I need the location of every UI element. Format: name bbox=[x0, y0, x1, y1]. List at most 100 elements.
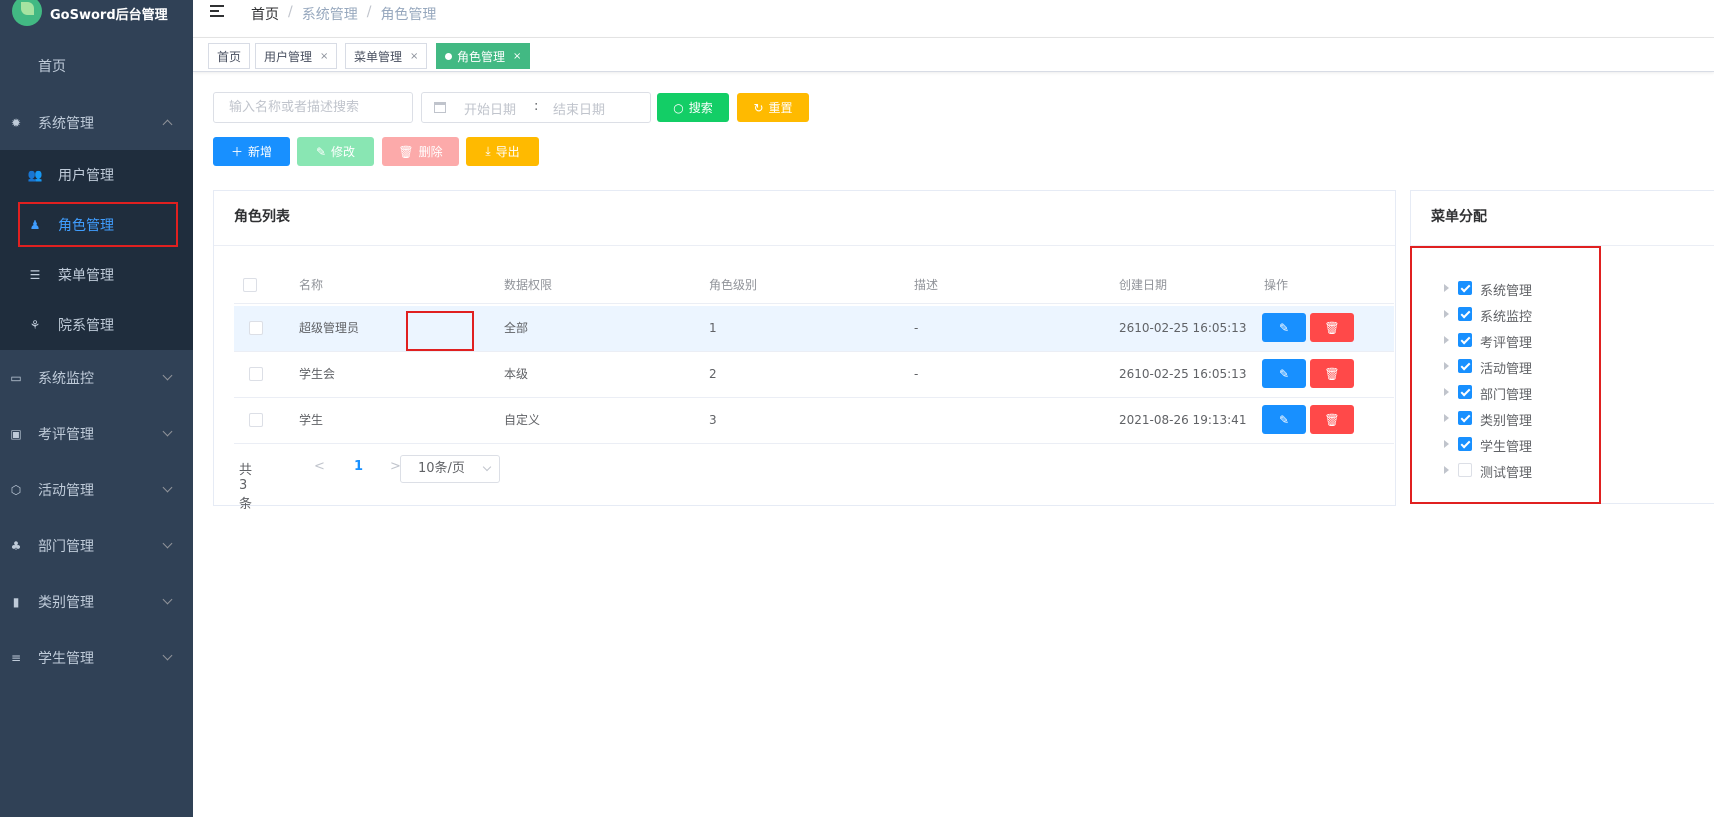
cell-level: 3 bbox=[709, 413, 717, 427]
sidebar-item-categories[interactable]: ▮ 类别管理 bbox=[0, 576, 193, 628]
col-scope: 数据权限 bbox=[504, 278, 553, 292]
page-size-select[interactable]: 10条/页 bbox=[400, 455, 500, 483]
pagination-prev[interactable]: < bbox=[314, 459, 325, 474]
trash-icon: 🗑 bbox=[1324, 366, 1340, 381]
tag-roles[interactable]: 角色管理 × bbox=[436, 43, 531, 69]
tag-label: 角色管理 bbox=[457, 49, 506, 64]
table-row[interactable]: 学生会 本级 2 - 2610-02-25 16:05:13 ✎ 🗑 bbox=[234, 352, 1394, 398]
sidebar-item-label: 考评管理 bbox=[38, 427, 94, 443]
chevron-down-icon bbox=[162, 594, 173, 605]
tag-users[interactable]: 用户管理 × bbox=[255, 43, 338, 69]
sidebar-item-departments[interactable]: ⚘ 院系管理 bbox=[0, 300, 193, 350]
trash-icon: 🗑 bbox=[1324, 412, 1340, 427]
sidebar-item-students[interactable]: ≡ 学生管理 bbox=[0, 632, 193, 684]
row-delete-button[interactable]: 🗑 bbox=[1310, 313, 1354, 342]
gear-icon: ✹ bbox=[10, 116, 22, 130]
system-submenu: 👥 用户管理 ♟ 角色管理 ☰ 菜单管理 ⚘ 院系管理 bbox=[0, 150, 193, 350]
edit-icon: ✎ bbox=[1278, 320, 1290, 335]
row-delete-button[interactable]: 🗑 bbox=[1310, 359, 1354, 388]
tag-label: 菜单管理 bbox=[354, 49, 403, 64]
breadcrumb: 首页 / 系统管理 / 角色管理 bbox=[251, 4, 436, 24]
breadcrumb-separator: / bbox=[288, 4, 293, 20]
edit-icon: ✎ bbox=[1278, 412, 1290, 427]
date-start[interactable]: 开始日期 bbox=[464, 99, 516, 118]
row-delete-button[interactable]: 🗑 bbox=[1310, 405, 1354, 434]
edit-icon: ✎ bbox=[1278, 366, 1290, 381]
hierarchy-icon: ♣ bbox=[10, 539, 22, 553]
date-range-picker[interactable]: 开始日期 : 结束日期 bbox=[421, 92, 651, 123]
sidebar-item-activities[interactable]: ⬡ 活动管理 bbox=[0, 464, 193, 516]
logo[interactable]: GoSword后台管理 bbox=[0, 0, 193, 28]
sidebar-item-menus[interactable]: ☰ 菜单管理 bbox=[0, 250, 193, 300]
cell-desc: - bbox=[914, 321, 919, 335]
pagination-total: 共 3 条 bbox=[239, 463, 253, 512]
sidebar-item-label: 用户管理 bbox=[58, 168, 114, 184]
cell-level: 2 bbox=[709, 367, 717, 381]
cell-name: 学生会 bbox=[299, 367, 336, 381]
col-name: 名称 bbox=[299, 278, 324, 292]
row-edit-button[interactable]: ✎ bbox=[1262, 313, 1306, 342]
table-row[interactable]: 学生 自定义 3 2021-08-26 19:13:41 ✎ 🗑 bbox=[234, 398, 1394, 444]
close-icon[interactable]: × bbox=[513, 51, 521, 62]
reset-button[interactable]: ↻ 重置 bbox=[737, 93, 809, 122]
monitor-icon: ▭ bbox=[10, 371, 22, 385]
breadcrumb-current: 角色管理 bbox=[380, 7, 437, 23]
select-all-checkbox[interactable] bbox=[243, 278, 257, 292]
sidebar-item-label: 类别管理 bbox=[38, 595, 94, 611]
hamburger-icon[interactable] bbox=[210, 5, 226, 19]
sidebar-item-home[interactable]: 首页 bbox=[0, 40, 193, 92]
row-edit-button[interactable]: ✎ bbox=[1262, 359, 1306, 388]
date-end[interactable]: 结束日期 bbox=[553, 99, 605, 118]
sidebar-item-users[interactable]: 👥 用户管理 bbox=[0, 150, 193, 200]
navbar: 首页 / 系统管理 / 角色管理 bbox=[193, 0, 1714, 38]
chevron-down-icon bbox=[162, 426, 173, 437]
chevron-up-icon bbox=[162, 119, 173, 130]
role-list-title: 角色列表 bbox=[214, 191, 1395, 246]
search-button-label: 搜索 bbox=[688, 101, 713, 115]
sidebar-item-system[interactable]: ✹ 系统管理 bbox=[0, 97, 193, 149]
menu-list-icon: ☰ bbox=[29, 268, 41, 282]
sidebar-item-label: 菜单管理 bbox=[58, 268, 114, 284]
delete-button[interactable]: 🗑 删除 bbox=[382, 137, 459, 166]
cell-created: 2021-08-26 19:13:41 bbox=[1119, 413, 1247, 427]
sidebar-item-label: 院系管理 bbox=[58, 318, 114, 334]
sidebar-item-monitor[interactable]: ▭ 系统监控 bbox=[0, 352, 193, 404]
chevron-down-icon bbox=[162, 538, 173, 549]
row-checkbox[interactable] bbox=[249, 321, 263, 335]
sidebar-item-divisions[interactable]: ♣ 部门管理 bbox=[0, 520, 193, 572]
tag-home[interactable]: 首页 bbox=[208, 43, 251, 69]
user-icon: 👥 bbox=[27, 168, 43, 182]
sidebar-item-evaluation[interactable]: ▣ 考评管理 bbox=[0, 408, 193, 460]
trash-icon: 🗑 bbox=[398, 144, 414, 159]
add-button[interactable]: ＋ 新增 bbox=[213, 137, 290, 166]
table-header: 名称 数据权限 角色级别 描述 创建日期 操作 bbox=[234, 266, 1394, 304]
search-button[interactable]: ○ 搜索 bbox=[657, 93, 729, 122]
export-button[interactable]: ⤓ 导出 bbox=[466, 137, 539, 166]
col-level: 角色级别 bbox=[709, 278, 758, 292]
date-separator: : bbox=[534, 99, 539, 114]
row-checkbox[interactable] bbox=[249, 413, 263, 427]
chevron-down-icon bbox=[482, 462, 492, 472]
pagination-page[interactable]: 1 bbox=[354, 459, 363, 474]
sidebar-item-label: 系统管理 bbox=[38, 116, 94, 132]
row-edit-button[interactable]: ✎ bbox=[1262, 405, 1306, 434]
chevron-down-icon bbox=[162, 482, 173, 493]
breadcrumb-home[interactable]: 首页 bbox=[251, 4, 279, 24]
close-icon[interactable]: × bbox=[410, 51, 418, 62]
highlight-box-role-menu bbox=[18, 202, 178, 247]
cell-scope: 自定义 bbox=[504, 413, 541, 427]
page-size-value: 10条/页 bbox=[418, 461, 465, 476]
reset-button-label: 重置 bbox=[768, 101, 793, 115]
search-input[interactable]: 输入名称或者描述搜索 bbox=[213, 92, 413, 123]
cell-desc: - bbox=[914, 367, 919, 381]
row-checkbox[interactable] bbox=[249, 367, 263, 381]
tag-menus[interactable]: 菜单管理 × bbox=[345, 43, 428, 69]
close-icon[interactable]: × bbox=[320, 51, 328, 62]
plus-icon: ＋ bbox=[230, 145, 243, 159]
cell-name: 学生 bbox=[299, 413, 324, 427]
list-icon: ≡ bbox=[10, 651, 22, 665]
cell-scope: 全部 bbox=[504, 321, 529, 335]
tags-view: 首页 用户管理 × 菜单管理 × 角色管理 × bbox=[193, 38, 1714, 72]
calendar-icon bbox=[434, 102, 446, 113]
edit-button[interactable]: ✎ 修改 bbox=[297, 137, 374, 166]
